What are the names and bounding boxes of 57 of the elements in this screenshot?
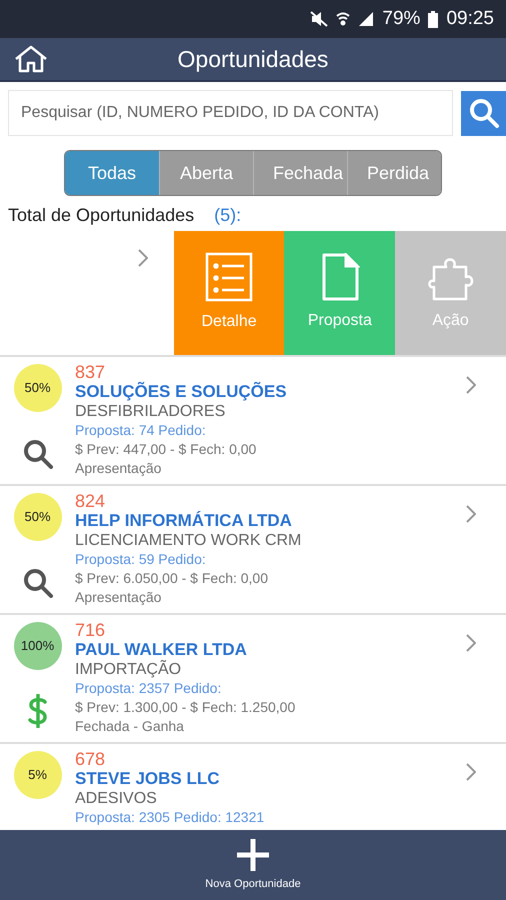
opportunity-id: 716 — [75, 620, 106, 640]
total-label: Total de Oportunidades — [8, 204, 194, 227]
battery-percent: 79% — [382, 6, 420, 31]
swipe-action-button[interactable]: Ação — [395, 231, 506, 355]
proposal-info: Proposta: 74 Pedido: — [75, 421, 207, 440]
value-info: $ Prev: 6.050,00 - $ Fech: 0,00 — [75, 569, 270, 588]
search-field[interactable]: Pesquisar (ID, NUMERO PEDIDO, ID DA CONTA) — [8, 90, 453, 136]
page-title: Oportunidades — [176, 44, 330, 74]
product-name: LICENCIAMENTO WORK CRM — [75, 531, 302, 550]
battery-icon — [428, 10, 438, 28]
chevron-icon — [466, 634, 476, 652]
chevron-icon — [138, 249, 148, 267]
probability-badge: 50% — [14, 493, 62, 541]
search-icon — [22, 567, 54, 599]
chevron-icon — [466, 376, 476, 394]
plus-icon — [236, 838, 270, 872]
filter-tab[interactable]: Aberta — [159, 151, 253, 195]
signal-icon — [358, 11, 374, 27]
filter-tab[interactable]: Fechada — [253, 151, 347, 195]
mute-icon — [310, 11, 328, 27]
list-icon — [204, 252, 254, 302]
stage-label: Apresentação — [75, 588, 162, 607]
stage-label: Fechada - Ganha — [75, 717, 185, 736]
clock: 09:25 — [446, 6, 494, 31]
product-name: DESFIBRILADORES — [75, 402, 226, 421]
probability-badge: 100% — [14, 622, 62, 670]
swipe-action-button[interactable]: Detalhe — [174, 231, 284, 355]
total-count: (5): — [214, 204, 242, 227]
opportunity-id: 824 — [75, 491, 106, 511]
product-name: IMPORTAÇÃO — [75, 660, 182, 679]
account-name: HELP INFORMÁTICA LTDA — [75, 511, 293, 531]
account-name: PAUL WALKER LTDA — [75, 640, 248, 660]
dollar-icon — [26, 694, 48, 728]
search-icon — [468, 97, 500, 129]
probability-badge: 5% — [14, 751, 62, 799]
stage-label: Apresentação — [75, 459, 162, 478]
proposal-info: Proposta: 59 Pedido: — [75, 550, 207, 569]
chevron-icon — [466, 763, 476, 781]
search-button[interactable] — [461, 90, 506, 136]
value-info: $ Prev: 1.300,00 - $ Fech: 1.250,00 — [75, 698, 296, 717]
new-opportunity-button[interactable]: Nova Oportunidade — [0, 830, 506, 900]
account-name: SOLUÇÕES E SOLUÇÕES — [75, 382, 288, 402]
opportunity-id: 837 — [75, 362, 106, 382]
search-icon — [22, 438, 54, 470]
product-name: ADESIVOS — [75, 789, 158, 808]
wifi-icon — [336, 11, 350, 27]
probability-badge: 50% — [14, 364, 62, 412]
proposal-info: Proposta: 2357 Pedido: — [75, 679, 222, 698]
value-info: $ Prev: 447,00 - $ Fech: 0,00 — [75, 440, 258, 459]
chevron-icon — [466, 505, 476, 523]
proposal-info: Proposta: 2305 Pedido: 12321 — [75, 808, 266, 827]
document-icon — [320, 253, 360, 301]
opportunity-id: 678 — [75, 749, 106, 769]
account-name: STEVE JOBS LLC — [75, 769, 221, 789]
swipe-action-button[interactable]: Proposta — [284, 231, 396, 355]
filter-tab[interactable]: Perdida — [347, 151, 441, 195]
filter-tab[interactable]: Todas — [65, 151, 159, 195]
